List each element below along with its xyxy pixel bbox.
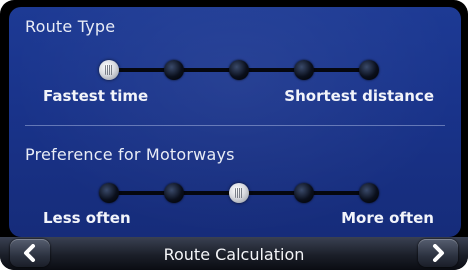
motorways-slider-stop[interactable]	[164, 183, 184, 203]
route-type-slider-stop[interactable]	[359, 60, 379, 80]
motorways-min-label: Less often	[43, 209, 131, 227]
next-button[interactable]	[418, 239, 458, 267]
route-type-slider-thumb[interactable]	[99, 60, 119, 80]
motorways-slider[interactable]	[99, 178, 379, 208]
route-type-slider[interactable]	[99, 55, 379, 85]
device-frame: Route Type Fastest time Shortest distanc…	[0, 0, 468, 270]
motorways-slider-stop[interactable]	[359, 183, 379, 203]
route-type-min-label: Fastest time	[43, 87, 149, 105]
chevron-right-icon	[433, 244, 444, 262]
motorways-title: Preference for Motorways	[25, 145, 235, 164]
route-type-title: Route Type	[25, 17, 116, 36]
section-divider	[25, 125, 445, 126]
route-type-slider-stop[interactable]	[294, 60, 314, 80]
motorways-slider-thumb[interactable]	[229, 183, 249, 203]
route-type-max-label: Shortest distance	[284, 87, 434, 105]
motorways-slider-stop[interactable]	[294, 183, 314, 203]
motorways-max-label: More often	[341, 209, 434, 227]
route-type-slider-stop[interactable]	[164, 60, 184, 80]
route-type-slider-stop[interactable]	[229, 60, 249, 80]
motorways-slider-stop[interactable]	[99, 183, 119, 203]
route-calculation-screen: Route Type Fastest time Shortest distanc…	[9, 7, 461, 237]
footer-title: Route Calculation	[163, 245, 305, 264]
